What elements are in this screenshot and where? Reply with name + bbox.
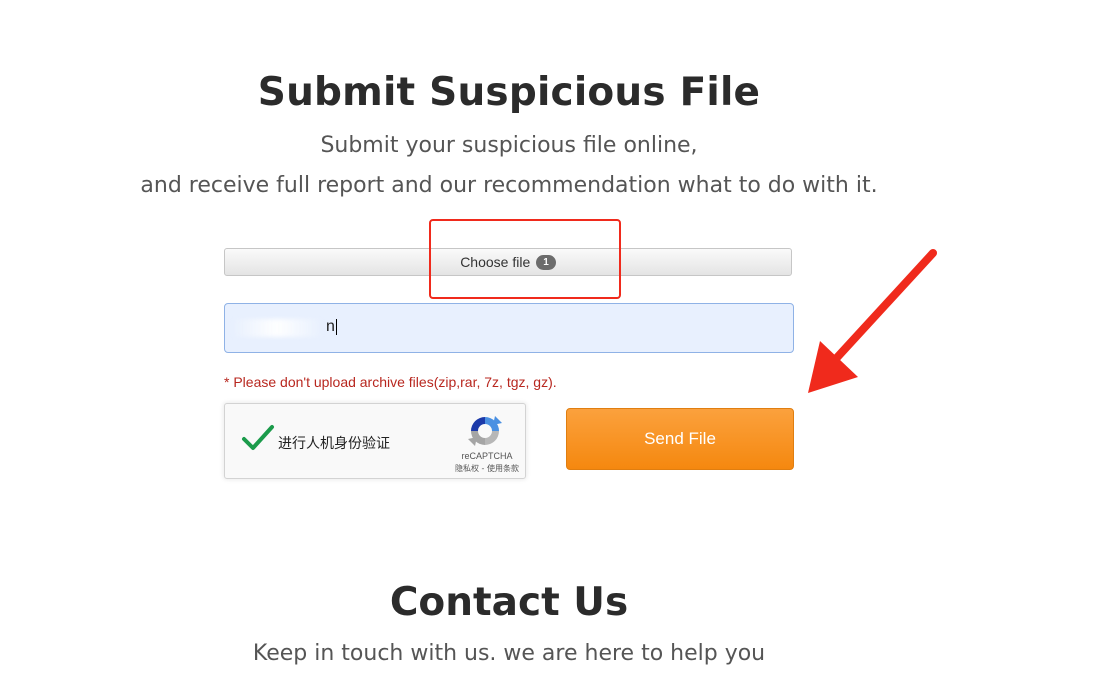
recaptcha-logo-icon <box>468 416 502 446</box>
annotation-highlight-box <box>429 219 621 299</box>
typed-text: n <box>326 318 337 335</box>
send-file-button[interactable]: Send File <box>566 408 794 470</box>
archive-warning: * Please don't upload archive files(zip,… <box>224 374 557 390</box>
red-arrow-icon <box>808 249 937 393</box>
subtitle-line-1: Submit your suspicious file online, <box>320 133 698 158</box>
recaptcha-label: 进行人机身份验证 <box>278 436 390 452</box>
recaptcha-terms-link[interactable]: 隐私权 - 使用条款 <box>445 463 529 474</box>
page: Submit Suspicious File Submit your suspi… <box>0 0 1120 691</box>
contact-subtitle: Keep in touch with us. we are here to he… <box>252 641 766 666</box>
contact-title: Contact Us <box>389 580 629 625</box>
checkmark-icon[interactable] <box>241 424 275 452</box>
text-caret <box>335 318 337 335</box>
recaptcha-widget[interactable]: 进行人机身份验证 reCAPTCHA 隐私权 - 使用条款 <box>224 403 526 479</box>
page-title: Submit Suspicious File <box>257 70 761 115</box>
redacted-text <box>232 319 322 337</box>
recaptcha-brand: reCAPTCHA <box>461 451 513 461</box>
subtitle-line-2: and receive full report and our recommen… <box>140 173 878 198</box>
